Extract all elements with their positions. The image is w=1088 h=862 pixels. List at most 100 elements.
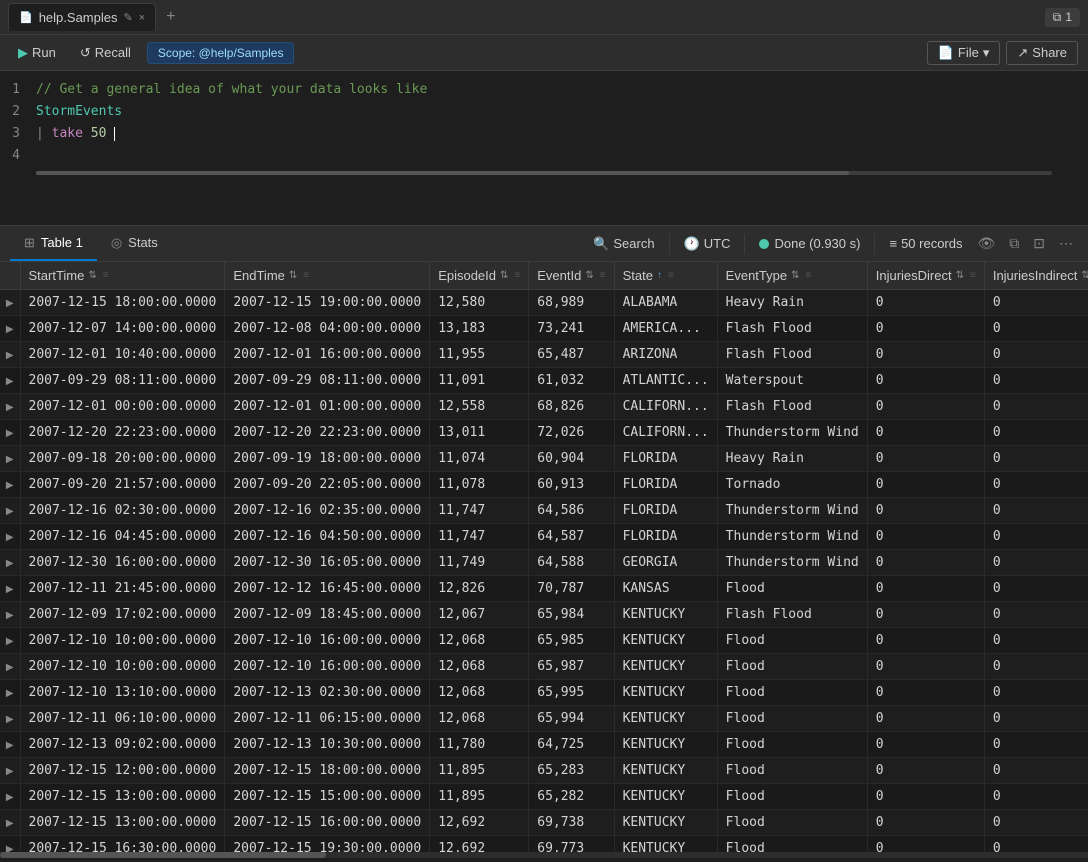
expand-button[interactable]: ▶: [6, 402, 14, 413]
table-row[interactable]: ▶ 2007-12-11 06:10:00.0000 2007-12-11 06…: [0, 706, 1088, 732]
col-starttime[interactable]: StartTime ⇅ ≡: [20, 262, 225, 290]
cell-injuriesindirect: 0: [984, 654, 1088, 680]
cell-endtime: 2007-12-10 16:00:00.0000: [225, 628, 430, 654]
expand-button[interactable]: ▶: [6, 558, 14, 569]
expand-button[interactable]: ▶: [6, 532, 14, 543]
copy-button[interactable]: ⧉: [1004, 232, 1024, 255]
cell-episodeid: 12,068: [430, 628, 529, 654]
col-injuriesdirect[interactable]: InjuriesDirect ⇅ ≡: [867, 262, 984, 290]
more-button[interactable]: ⋯: [1054, 232, 1078, 255]
close-tab-icon[interactable]: ×: [139, 12, 145, 24]
col-injuriesindirect[interactable]: InjuriesIndirect ⇅ ≡: [984, 262, 1088, 290]
expand-button[interactable]: ▶: [6, 688, 14, 699]
expand-button[interactable]: ▶: [6, 350, 14, 361]
expand-cell[interactable]: ▶: [0, 602, 20, 628]
table-row[interactable]: ▶ 2007-12-10 10:00:00.0000 2007-12-10 16…: [0, 654, 1088, 680]
expand-button[interactable]: ▶: [6, 818, 14, 829]
expand-cell[interactable]: ▶: [0, 732, 20, 758]
run-button[interactable]: ▶ Run: [10, 41, 64, 65]
table-row[interactable]: ▶ 2007-12-01 00:00:00.0000 2007-12-01 01…: [0, 394, 1088, 420]
expand-button[interactable]: ▶: [6, 376, 14, 387]
table-row[interactable]: ▶ 2007-12-07 14:00:00.0000 2007-12-08 04…: [0, 316, 1088, 342]
cell-eventtype: Flood: [717, 810, 867, 836]
table-row[interactable]: ▶ 2007-12-15 18:00:00.0000 2007-12-15 19…: [0, 290, 1088, 316]
expand-cell[interactable]: ▶: [0, 680, 20, 706]
results-toolbar: 🔍 Search 🕐 UTC Done (0.930 s) ≡ 50 recor…: [593, 232, 1078, 255]
expand-button[interactable]: ▶: [6, 324, 14, 335]
table-row[interactable]: ▶ 2007-09-18 20:00:00.0000 2007-09-19 18…: [0, 446, 1088, 472]
expand-cell[interactable]: ▶: [0, 576, 20, 602]
file-button[interactable]: 📄 File ▾: [927, 41, 1001, 65]
table-container[interactable]: StartTime ⇅ ≡ EndTime ⇅ ≡ EpisodeId: [0, 262, 1088, 858]
tab-stats[interactable]: ◎ Stats: [97, 227, 172, 261]
expand-cell[interactable]: ▶: [0, 394, 20, 420]
tab-table1[interactable]: ⊞ Table 1: [10, 227, 97, 261]
expand-button[interactable]: ▶: [6, 480, 14, 491]
eye-button[interactable]: 👁: [972, 232, 1000, 255]
expand-cell[interactable]: ▶: [0, 758, 20, 784]
col-eventid[interactable]: EventId ⇅ ≡: [529, 262, 614, 290]
expand-cell[interactable]: ▶: [0, 810, 20, 836]
table-row[interactable]: ▶ 2007-12-10 10:00:00.0000 2007-12-10 16…: [0, 628, 1088, 654]
table-row[interactable]: ▶ 2007-09-29 08:11:00.0000 2007-09-29 08…: [0, 368, 1088, 394]
expand-cell[interactable]: ▶: [0, 628, 20, 654]
col-eventtype[interactable]: EventType ⇅ ≡: [717, 262, 867, 290]
expand-cell[interactable]: ▶: [0, 472, 20, 498]
expand-cell[interactable]: ▶: [0, 550, 20, 576]
cell-starttime: 2007-12-01 10:40:00.0000: [20, 342, 225, 368]
table-row[interactable]: ▶ 2007-12-20 22:23:00.0000 2007-12-20 22…: [0, 420, 1088, 446]
expand-cell[interactable]: ▶: [0, 342, 20, 368]
search-button[interactable]: 🔍 Search: [593, 236, 654, 252]
expand-button[interactable]: ▶: [6, 298, 14, 309]
expand-cell[interactable]: ▶: [0, 654, 20, 680]
table-row[interactable]: ▶ 2007-12-15 12:00:00.0000 2007-12-15 18…: [0, 758, 1088, 784]
expand-cell[interactable]: ▶: [0, 784, 20, 810]
expand-button[interactable]: ▶: [6, 766, 14, 777]
expand-cell[interactable]: ▶: [0, 446, 20, 472]
table-row[interactable]: ▶ 2007-12-10 13:10:00.0000 2007-12-13 02…: [0, 680, 1088, 706]
scrollbar-x[interactable]: [0, 852, 1088, 858]
expand-button[interactable]: ▶: [6, 428, 14, 439]
utc-button[interactable]: 🕐 UTC: [684, 236, 731, 252]
cell-starttime: 2007-12-11 21:45:00.0000: [20, 576, 225, 602]
expand-button[interactable]: ▶: [6, 740, 14, 751]
editor-area[interactable]: 1 // Get a general idea of what your dat…: [0, 71, 1088, 226]
table-row[interactable]: ▶ 2007-12-09 17:02:00.0000 2007-12-09 18…: [0, 602, 1088, 628]
expand-button[interactable]: ▶: [6, 792, 14, 803]
col-state[interactable]: State ↑ ≡: [614, 262, 717, 290]
expand-button[interactable]: ▶: [6, 610, 14, 621]
expand-cell[interactable]: ▶: [0, 706, 20, 732]
edit-icon[interactable]: ✎: [123, 11, 132, 24]
table-row[interactable]: ▶ 2007-12-16 04:45:00.0000 2007-12-16 04…: [0, 524, 1088, 550]
expand-cell[interactable]: ▶: [0, 290, 20, 316]
expand-cell[interactable]: ▶: [0, 316, 20, 342]
recall-button[interactable]: ↺ Recall: [72, 41, 139, 65]
expand-button[interactable]: ▶: [6, 714, 14, 725]
table-row[interactable]: ▶ 2007-12-13 09:02:00.0000 2007-12-13 10…: [0, 732, 1088, 758]
expand-button[interactable]: ▶: [6, 636, 14, 647]
table-row[interactable]: ▶ 2007-12-30 16:00:00.0000 2007-12-30 16…: [0, 550, 1088, 576]
table-row[interactable]: ▶ 2007-12-01 10:40:00.0000 2007-12-01 16…: [0, 342, 1088, 368]
scope-badge[interactable]: Scope: @help/Samples: [147, 42, 295, 64]
add-tab-button[interactable]: +: [158, 4, 183, 30]
file-tab[interactable]: 📄 help.Samples ✎ ×: [8, 3, 156, 31]
expand-cell[interactable]: ▶: [0, 498, 20, 524]
table-row[interactable]: ▶ 2007-12-15 13:00:00.0000 2007-12-15 16…: [0, 810, 1088, 836]
table-row[interactable]: ▶ 2007-12-16 02:30:00.0000 2007-12-16 02…: [0, 498, 1088, 524]
table-row[interactable]: ▶ 2007-09-20 21:57:00.0000 2007-09-20 22…: [0, 472, 1088, 498]
col-episodeid[interactable]: EpisodeId ⇅ ≡: [430, 262, 529, 290]
table-row[interactable]: ▶ 2007-12-15 13:00:00.0000 2007-12-15 15…: [0, 784, 1088, 810]
editor-scrollbar[interactable]: [36, 171, 1052, 175]
cell-starttime: 2007-12-10 10:00:00.0000: [20, 628, 225, 654]
expand-button[interactable]: ▶: [6, 584, 14, 595]
share-button[interactable]: ↗ Share: [1006, 41, 1078, 65]
expand-button[interactable]: ▶: [6, 506, 14, 517]
col-endtime[interactable]: EndTime ⇅ ≡: [225, 262, 430, 290]
expand-button[interactable]: ▶: [6, 662, 14, 673]
expand-cell[interactable]: ▶: [0, 420, 20, 446]
table-row[interactable]: ▶ 2007-12-11 21:45:00.0000 2007-12-12 16…: [0, 576, 1088, 602]
expand-button[interactable]: ▶: [6, 454, 14, 465]
expand-cell[interactable]: ▶: [0, 368, 20, 394]
expand-cell[interactable]: ▶: [0, 524, 20, 550]
expand-view-button[interactable]: ⊡: [1028, 232, 1050, 255]
